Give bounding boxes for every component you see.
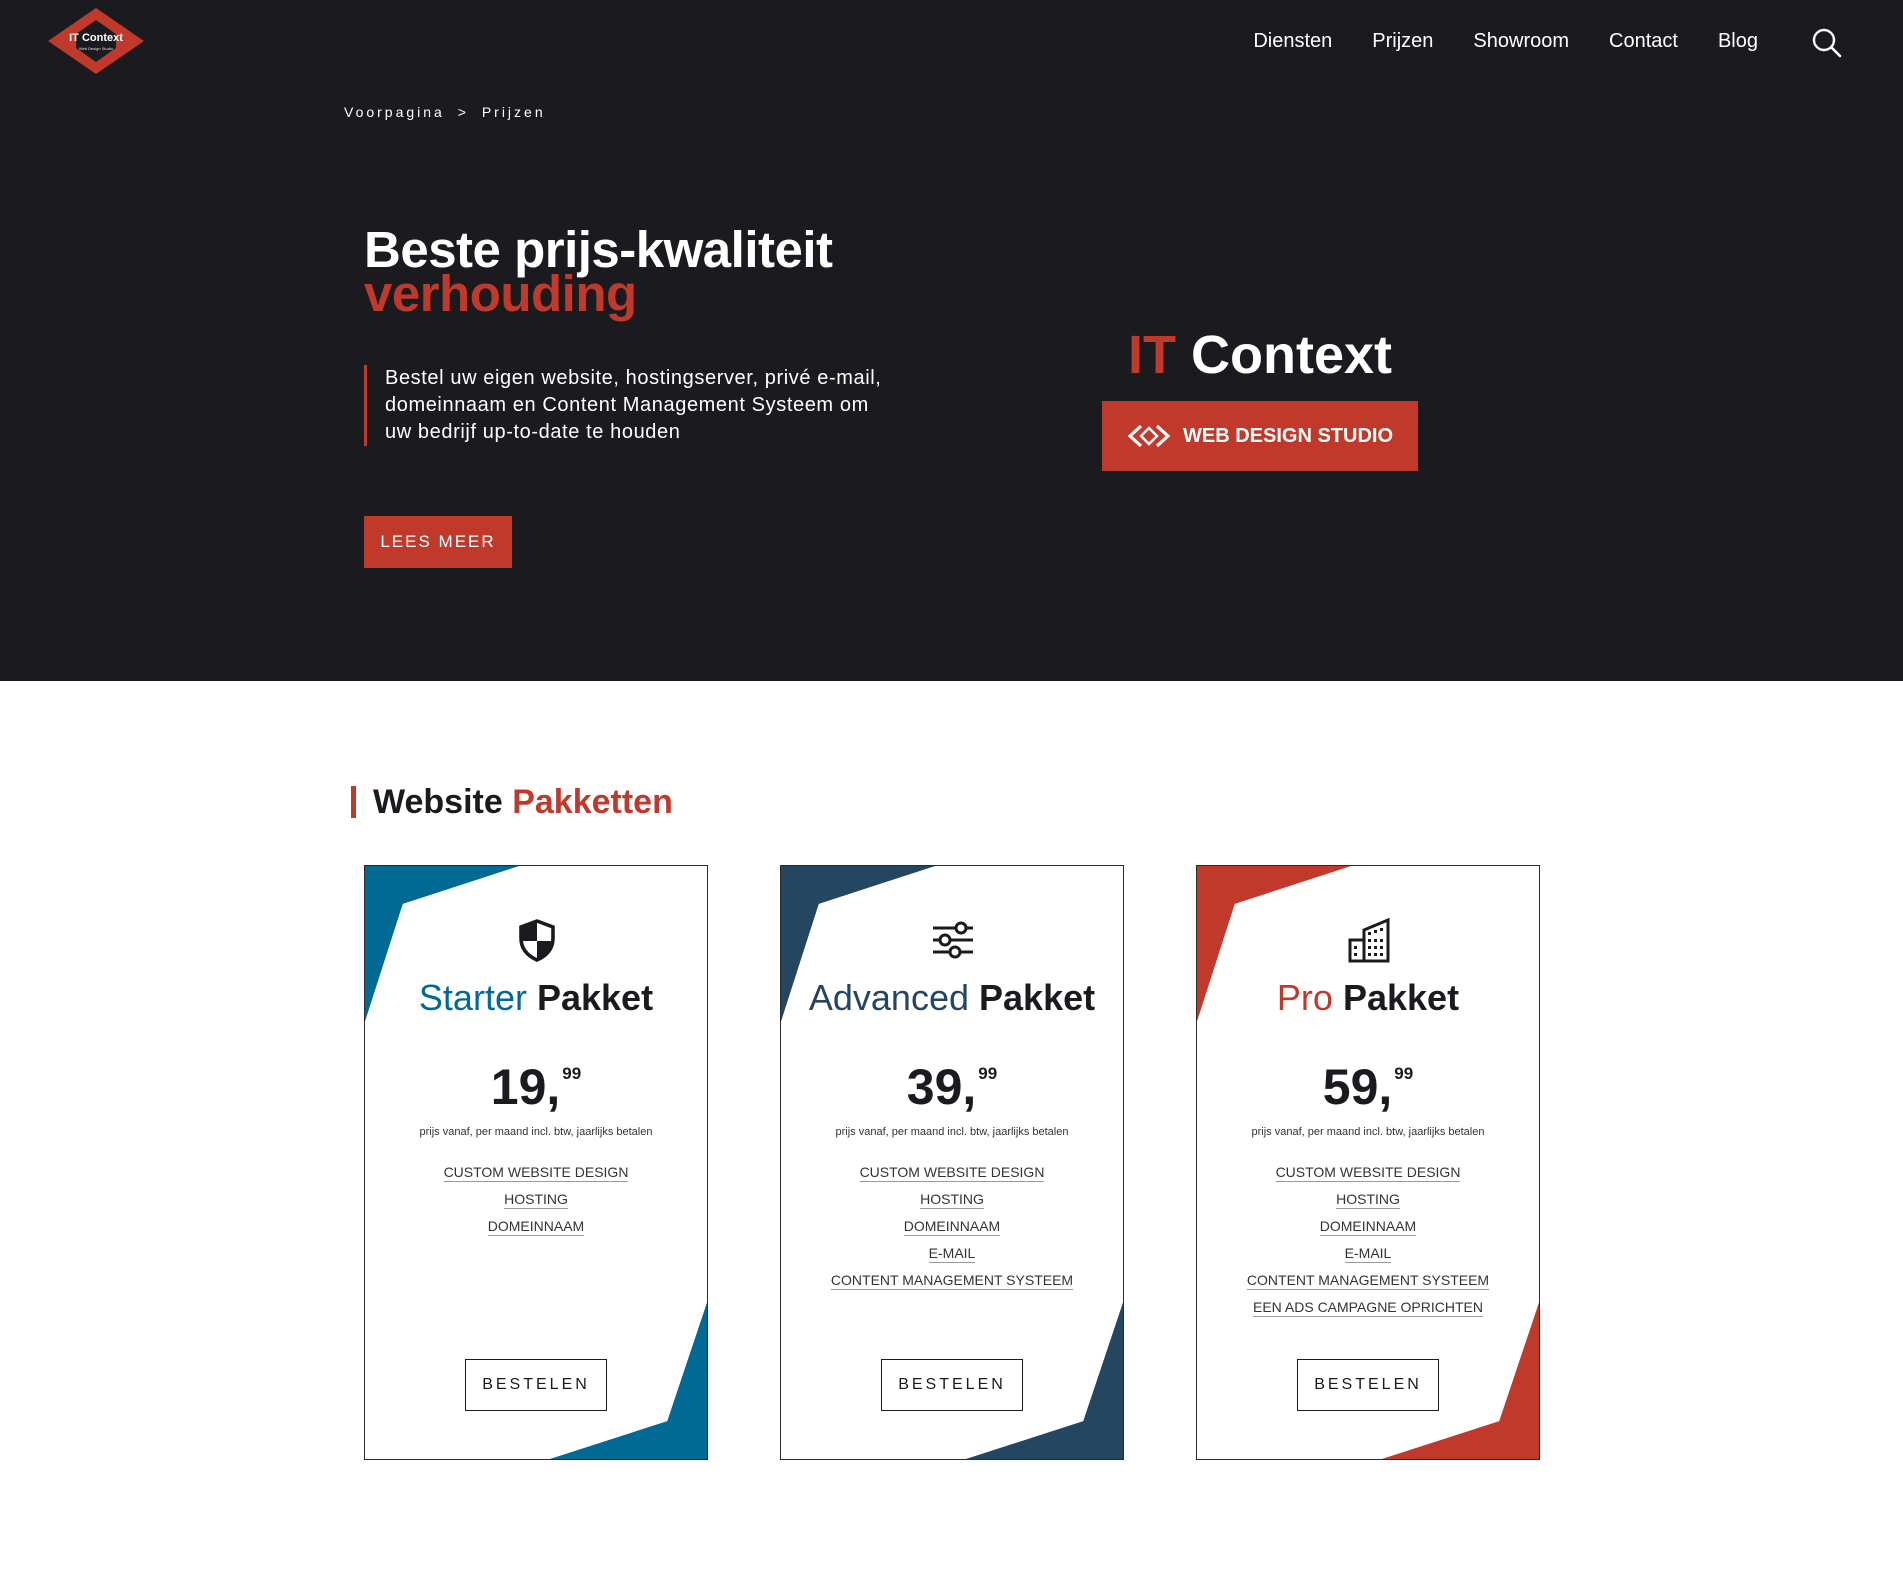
section-title: Website Pakketten bbox=[351, 783, 673, 821]
sliders-icon bbox=[931, 916, 975, 964]
feature-item: CUSTOM WEBSITE DESIGN bbox=[365, 1164, 707, 1182]
nav-item-blog[interactable]: Blog bbox=[1718, 30, 1758, 53]
card-title: Starter Pakket bbox=[365, 977, 707, 1019]
feature-link[interactable]: CUSTOM WEBSITE DESIGN bbox=[1275, 1164, 1461, 1182]
package-name: Advanced bbox=[808, 977, 969, 1018]
price-main: 19, bbox=[490, 1059, 561, 1115]
feature-link[interactable]: CONTENT MANAGEMENT SYSTEEM bbox=[830, 1272, 1074, 1290]
price-note: prijs vanaf, per maand incl. btw, jaarli… bbox=[1251, 1126, 1485, 1138]
feature-item: CUSTOM WEBSITE DESIGN bbox=[781, 1164, 1123, 1182]
feature-list: CUSTOM WEBSITE DESIGN HOSTING DOMEINNAAM… bbox=[781, 1164, 1123, 1299]
lees-meer-button[interactable]: LEES MEER bbox=[364, 516, 512, 568]
search-icon[interactable] bbox=[1810, 26, 1844, 60]
price: 59, 99 bbox=[1197, 1058, 1539, 1116]
breadcrumb-home[interactable]: Voorpagina bbox=[344, 104, 445, 120]
hero-section: IT Context Web Design Studio Diensten Pr… bbox=[0, 0, 1903, 681]
pricing-card-starter: Starter Pakket 19, 99 prijs vanaf, per ma… bbox=[364, 865, 708, 1460]
brand-prefix: IT bbox=[1127, 325, 1176, 385]
breadcrumb-separator: > bbox=[457, 104, 469, 120]
package-name: Pro bbox=[1276, 977, 1333, 1018]
feature-item: DOMEINNAAM bbox=[1197, 1218, 1539, 1236]
building-icon bbox=[1347, 916, 1391, 964]
feature-list: CUSTOM WEBSITE DESIGN HOSTING DOMEINNAAM bbox=[365, 1164, 707, 1245]
hero-description: Bestel uw eigen website, hostingserver, … bbox=[364, 365, 884, 446]
pricing-card-pro: Pro Pakket 59, 99 prijs vanaf, per maand … bbox=[1196, 865, 1540, 1460]
section-title-part1: Website bbox=[373, 783, 503, 821]
code-brackets-icon bbox=[1127, 424, 1171, 448]
price-cents: 99 bbox=[562, 1064, 582, 1083]
nav-item-prijzen[interactable]: Prijzen bbox=[1372, 30, 1433, 53]
feature-link[interactable]: DOMEINNAAM bbox=[1319, 1218, 1417, 1236]
brand-title: IT Context bbox=[1102, 324, 1418, 386]
feature-item: HOSTING bbox=[781, 1191, 1123, 1209]
feature-link[interactable]: HOSTING bbox=[504, 1191, 568, 1209]
price: 39, 99 bbox=[781, 1058, 1123, 1116]
web-design-studio-button[interactable]: WEB DESIGN STUDIO bbox=[1102, 401, 1418, 471]
package-name: Starter bbox=[418, 977, 527, 1018]
brand-name: Context bbox=[1191, 325, 1392, 385]
main-nav: Diensten Prijzen Showroom Contact Blog bbox=[1253, 30, 1758, 53]
feature-link[interactable]: CUSTOM WEBSITE DESIGN bbox=[443, 1164, 629, 1182]
feature-item: HOSTING bbox=[365, 1191, 707, 1209]
page-title: Beste prijs-kwaliteit verhouding bbox=[364, 224, 833, 322]
feature-link[interactable]: EEN ADS CAMPAGNE OPRICHTEN bbox=[1252, 1299, 1483, 1317]
package-suffix: Pakket bbox=[536, 977, 654, 1018]
feature-item: HOSTING bbox=[1197, 1191, 1539, 1209]
feature-list: CUSTOM WEBSITE DESIGN HOSTING DOMEINNAAM… bbox=[1197, 1164, 1539, 1326]
card-title: Advanced Pakket bbox=[781, 977, 1123, 1019]
feature-link[interactable]: HOSTING bbox=[1336, 1191, 1400, 1209]
nav-item-showroom[interactable]: Showroom bbox=[1473, 30, 1569, 53]
web-design-studio-label: WEB DESIGN STUDIO bbox=[1182, 424, 1393, 447]
bestelen-button[interactable]: BESTELEN bbox=[881, 1359, 1023, 1411]
page-title-line2: verhouding bbox=[364, 265, 637, 322]
feature-link[interactable]: CONTENT MANAGEMENT SYSTEEM bbox=[1246, 1272, 1490, 1290]
price-main: 59, bbox=[1322, 1059, 1393, 1115]
logo-text: IT Context bbox=[69, 32, 123, 44]
feature-link[interactable]: DOMEINNAAM bbox=[903, 1218, 1001, 1236]
feature-item: CUSTOM WEBSITE DESIGN bbox=[1197, 1164, 1539, 1182]
price-cents: 99 bbox=[978, 1064, 998, 1083]
feature-item: CONTENT MANAGEMENT SYSTEEM bbox=[781, 1272, 1123, 1290]
pricing-card-advanced: Advanced Pakket 39, 99 prijs vanaf, per m… bbox=[780, 865, 1124, 1460]
nav-item-diensten[interactable]: Diensten bbox=[1253, 30, 1332, 53]
feature-link[interactable]: HOSTING bbox=[920, 1191, 984, 1209]
feature-item: CONTENT MANAGEMENT SYSTEEM bbox=[1197, 1272, 1539, 1290]
feature-item: DOMEINNAAM bbox=[365, 1218, 707, 1236]
feature-link[interactable]: E-MAIL bbox=[928, 1245, 976, 1263]
package-suffix: Pakket bbox=[979, 977, 1096, 1018]
feature-link[interactable]: E-MAIL bbox=[1344, 1245, 1392, 1263]
price-note: prijs vanaf, per maand incl. btw, jaarli… bbox=[419, 1126, 653, 1138]
feature-item: DOMEINNAAM bbox=[781, 1218, 1123, 1236]
feature-link[interactable]: CUSTOM WEBSITE DESIGN bbox=[859, 1164, 1045, 1182]
bestelen-button[interactable]: BESTELEN bbox=[465, 1359, 607, 1411]
price-main: 39, bbox=[906, 1059, 977, 1115]
logo[interactable]: IT Context Web Design Studio bbox=[46, 6, 146, 76]
price-cents: 99 bbox=[1394, 1064, 1414, 1083]
bestelen-button[interactable]: BESTELEN bbox=[1297, 1359, 1439, 1411]
shield-icon bbox=[515, 916, 559, 964]
feature-link[interactable]: DOMEINNAAM bbox=[487, 1218, 585, 1236]
feature-item: E-MAIL bbox=[781, 1245, 1123, 1263]
breadcrumb: Voorpagina > Prijzen bbox=[344, 104, 546, 120]
nav-item-contact[interactable]: Contact bbox=[1609, 30, 1678, 53]
section-title-part2: Pakketten bbox=[512, 783, 673, 821]
feature-item: E-MAIL bbox=[1197, 1245, 1539, 1263]
card-title: Pro Pakket bbox=[1197, 977, 1539, 1019]
feature-item: EEN ADS CAMPAGNE OPRICHTEN bbox=[1197, 1299, 1539, 1317]
price-note: prijs vanaf, per maand incl. btw, jaarli… bbox=[835, 1126, 1069, 1138]
price: 19, 99 bbox=[365, 1058, 707, 1116]
logo-subtitle: Web Design Studio bbox=[78, 46, 114, 51]
breadcrumb-current: Prijzen bbox=[481, 104, 546, 120]
package-suffix: Pakket bbox=[1342, 977, 1460, 1018]
